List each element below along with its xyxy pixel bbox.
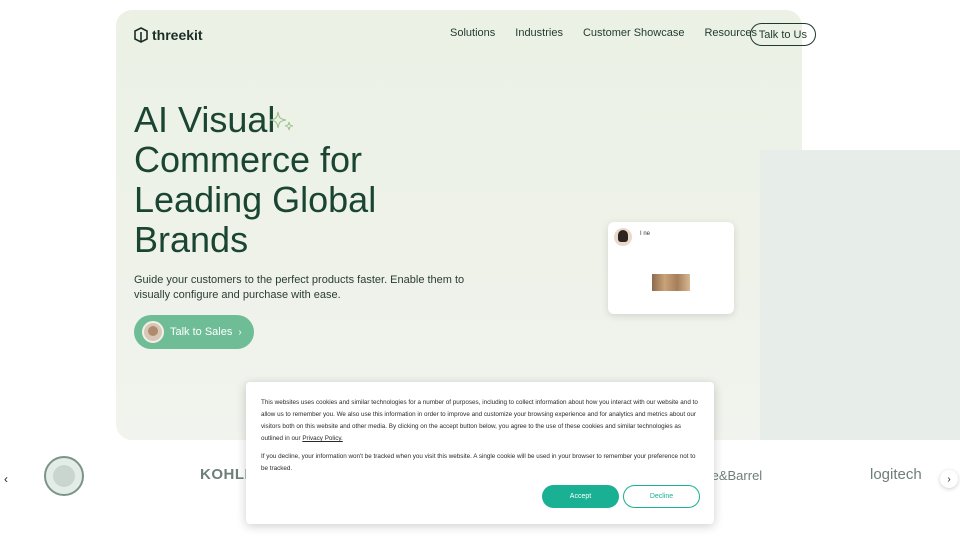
chevron-right-icon: › — [947, 473, 951, 485]
decline-button[interactable]: Decline — [623, 485, 700, 508]
sparkle-icon — [269, 111, 294, 131]
carousel-prev-arrow[interactable]: ‹ — [4, 472, 8, 486]
headline-line-4: Brands — [134, 219, 249, 260]
cookie-consent-dialog: This websites uses cookies and similar t… — [246, 382, 714, 524]
talk-to-sales-button[interactable]: Talk to Sales › — [134, 315, 254, 349]
chat-preview-card: I ne — [608, 222, 734, 314]
chat-avatar — [614, 228, 632, 246]
decorative-shape — [760, 150, 960, 440]
cookie-actions: Accept Decline — [542, 485, 700, 508]
carousel-next-arrow[interactable]: › — [940, 470, 958, 488]
starbucks-logo — [44, 456, 84, 496]
nav-link-industries[interactable]: Industries — [515, 27, 563, 39]
talk-to-sales-label: Talk to Sales — [170, 326, 233, 338]
chat-product-image — [652, 274, 690, 291]
chat-message-text: I ne — [640, 231, 651, 237]
headline-line-3: Leading Global — [134, 179, 377, 220]
talk-to-us-button[interactable]: Talk to Us — [749, 23, 816, 46]
cookie-text-1: This websites uses cookies and similar t… — [261, 397, 699, 445]
logo-text: threekit — [152, 27, 203, 43]
nav-links: Solutions Industries Customer Showcase R… — [450, 27, 757, 39]
nav-link-solutions[interactable]: Solutions — [450, 27, 495, 39]
privacy-policy-link[interactable]: Privacy Policy. — [302, 435, 342, 442]
chevron-right-icon: › — [238, 326, 242, 338]
logitech-logo: logitech — [870, 466, 922, 483]
nav-link-customer-showcase[interactable]: Customer Showcase — [583, 27, 685, 39]
cookie-paragraph-2: If you decline, your information won't b… — [261, 453, 696, 472]
headline-line-1: AI Visual — [134, 99, 276, 140]
threekit-logo[interactable]: threekit — [134, 27, 203, 43]
threekit-logo-icon — [134, 27, 148, 43]
sales-rep-avatar — [142, 321, 164, 343]
headline-line-2: Commerce for — [134, 139, 363, 180]
top-nav: threekit Solutions Industries Customer S… — [134, 22, 818, 48]
hero-subtext: Guide your customers to the perfect prod… — [134, 274, 465, 301]
crate-and-barrel-logo: te&Barrel — [708, 468, 763, 483]
accept-button[interactable]: Accept — [542, 485, 619, 508]
